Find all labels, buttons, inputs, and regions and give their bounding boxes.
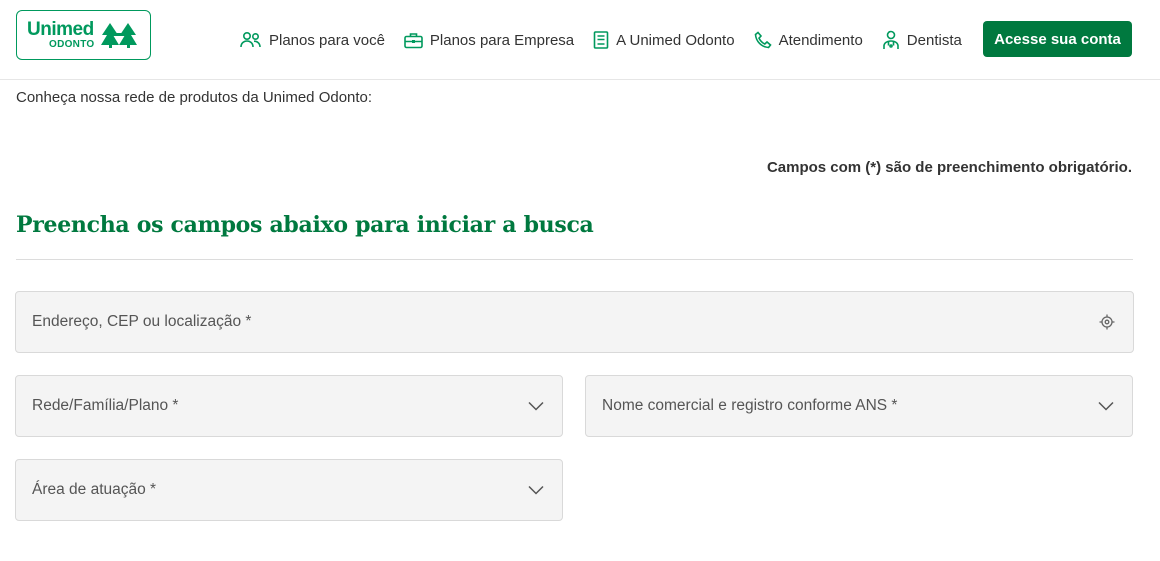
site-header: Unimed ODONTO Planos para você Planos pa…	[0, 0, 1160, 80]
unimed-odonto-logo[interactable]: Unimed ODONTO	[16, 10, 151, 60]
nav-item-planos-voce[interactable]: Planos para você	[240, 31, 385, 49]
nome-comercial-select[interactable]: Nome comercial e registro conforme ANS *	[585, 375, 1133, 437]
area-placeholder: Área de atuação *	[32, 481, 157, 498]
rede-familia-plano-select[interactable]: Rede/Família/Plano *	[15, 375, 563, 437]
nav-item-dentista[interactable]: Dentista	[882, 30, 962, 50]
chevron-down-icon	[528, 485, 544, 495]
location-target-icon[interactable]	[1099, 314, 1115, 330]
nav-item-atendimento[interactable]: Atendimento	[754, 31, 863, 49]
nav-label: Planos para Empresa	[429, 31, 575, 49]
required-fields-note: Campos com (*) são de preenchimento obri…	[766, 159, 1132, 176]
nav-label: Planos para você	[269, 31, 385, 49]
logo-trees-icon	[100, 23, 137, 48]
logo-wordmark: Unimed	[27, 19, 94, 40]
book-icon	[593, 31, 609, 49]
nav-label: A Unimed Odonto	[616, 31, 735, 49]
acesse-sua-conta-button[interactable]: Acesse sua conta	[983, 21, 1132, 57]
address-placeholder: Endereço, CEP ou localização *	[32, 313, 252, 330]
address-input[interactable]: Endereço, CEP ou localização *	[15, 291, 1134, 353]
rede-placeholder: Rede/Família/Plano *	[32, 397, 179, 414]
dentist-icon	[882, 30, 899, 49]
briefcase-icon	[404, 32, 423, 48]
nav-label: Atendimento	[778, 31, 863, 49]
area-atuacao-select[interactable]: Área de atuação *	[15, 459, 563, 521]
logo-text: Unimed ODONTO	[27, 20, 95, 50]
nav-label: Dentista	[906, 31, 962, 49]
nav-item-a-unimed-odonto[interactable]: A Unimed Odonto	[593, 31, 735, 49]
chevron-down-icon	[1098, 401, 1114, 411]
nav-item-planos-empresa[interactable]: Planos para Empresa	[404, 32, 574, 49]
nome-placeholder: Nome comercial e registro conforme ANS *	[602, 397, 898, 414]
logo-subtitle: ODONTO	[49, 39, 95, 50]
chevron-down-icon	[528, 401, 544, 411]
form-title: Preencha os campos abaixo para iniciar a…	[16, 212, 594, 238]
people-icon	[240, 31, 261, 48]
main-nav: Planos para você Planos para Empresa A U…	[240, 28, 981, 52]
phone-icon	[754, 31, 772, 49]
intro-text: Conheça nossa rede de produtos da Unimed…	[16, 89, 373, 106]
divider	[16, 259, 1133, 260]
